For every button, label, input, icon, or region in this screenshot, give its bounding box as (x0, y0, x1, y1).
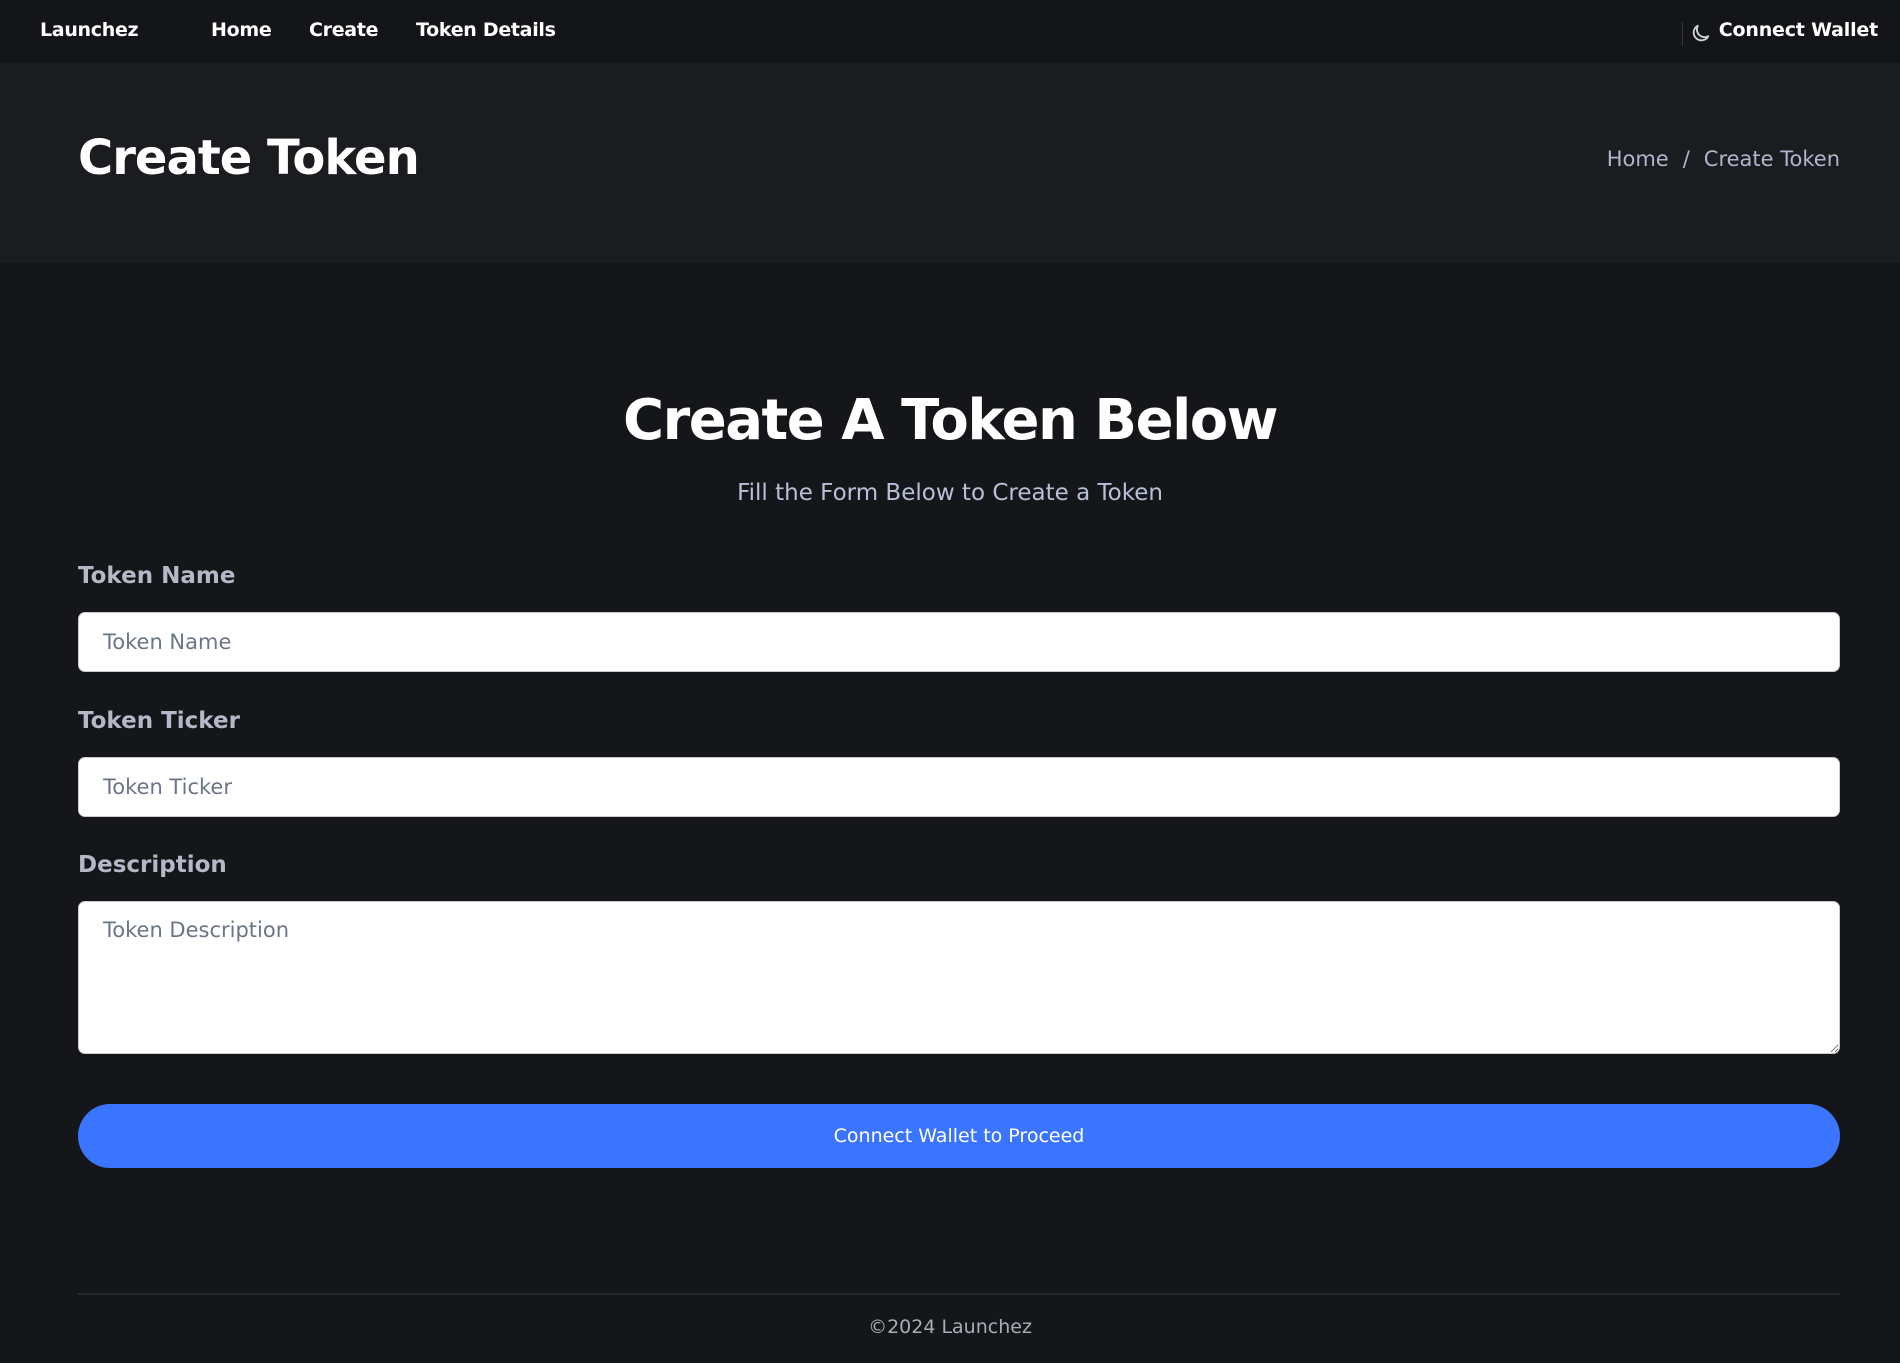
description-textarea[interactable] (78, 901, 1840, 1054)
page-banner: Create Token Home / Create Token (0, 63, 1900, 263)
page-title: Create Token (78, 130, 420, 186)
nav-divider (1682, 22, 1683, 46)
nav-link-home[interactable]: Home (211, 19, 272, 41)
connect-wallet-to-proceed-button[interactable]: Connect Wallet to Proceed (78, 1104, 1840, 1168)
brand-logo[interactable]: Launchez (40, 19, 139, 41)
token-name-input[interactable] (78, 612, 1840, 672)
description-label: Description (78, 852, 227, 878)
moon-icon[interactable] (1690, 22, 1712, 44)
breadcrumb-home[interactable]: Home (1607, 147, 1669, 171)
token-ticker-label: Token Ticker (78, 708, 240, 734)
nav-link-token-details[interactable]: Token Details (416, 19, 556, 41)
nav-link-create[interactable]: Create (309, 19, 379, 41)
breadcrumb-current: Create Token (1703, 147, 1840, 171)
breadcrumb-separator: / (1682, 147, 1690, 171)
footer-copyright: ©2024 Launchez (868, 1316, 1032, 1338)
form-subtitle: Fill the Form Below to Create a Token (737, 480, 1163, 506)
token-name-label: Token Name (78, 563, 236, 589)
breadcrumb: Home / Create Token (1607, 147, 1840, 171)
token-ticker-input[interactable] (78, 757, 1840, 817)
top-navbar: Launchez Home Create Token Details Conne… (0, 0, 1900, 63)
form-heading: Create A Token Below (623, 388, 1278, 453)
connect-wallet-button[interactable]: Connect Wallet (1719, 19, 1878, 41)
footer-divider (78, 1293, 1840, 1295)
